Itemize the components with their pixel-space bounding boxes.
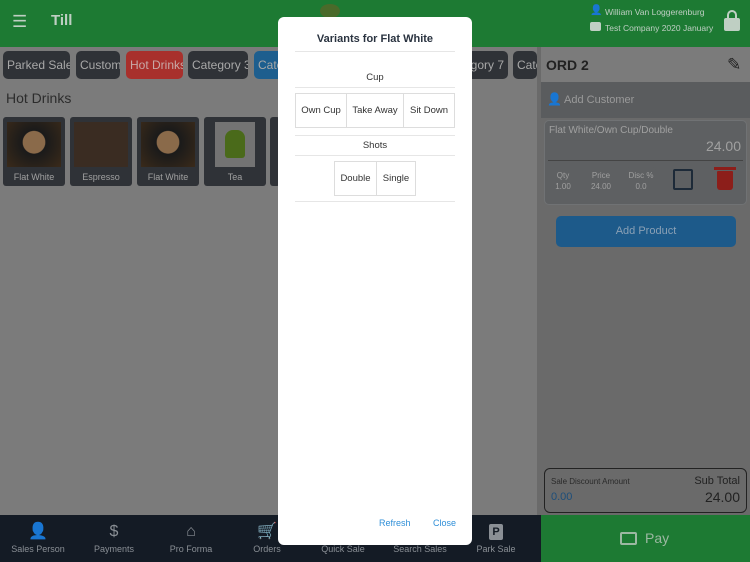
option-own-cup[interactable]: Own Cup <box>295 93 347 128</box>
divider <box>295 155 455 156</box>
line-total: 24.00 <box>705 138 741 154</box>
company-name: Test Company 2020 January <box>605 23 714 33</box>
divider <box>295 201 455 202</box>
page-title: Till <box>51 12 73 29</box>
product-label: Flat White <box>13 172 55 182</box>
note-icon[interactable] <box>673 169 693 190</box>
category-hot-drinks[interactable]: Hot Drinks <box>126 51 183 79</box>
card-icon <box>620 532 637 545</box>
cup-options: Own Cup Take Away Sit Down <box>295 93 455 128</box>
refresh-button[interactable]: Refresh <box>379 518 411 528</box>
person-icon: 👤 <box>547 92 562 106</box>
person-icon: 👤 <box>28 523 48 540</box>
product-tile[interactable]: Tea <box>204 117 266 186</box>
group-label-shots: Shots <box>362 140 388 151</box>
discount-label: Sale Discount Amount <box>551 477 630 486</box>
product-image <box>215 122 255 167</box>
product-tile[interactable]: Flat White <box>3 117 65 186</box>
store-icon <box>590 22 601 31</box>
qty-field[interactable]: Qty 1.00 <box>548 166 578 196</box>
basket-icon: ⌂ <box>186 523 196 540</box>
product-label: Flat White <box>147 172 189 182</box>
option-sit-down[interactable]: Sit Down <box>403 93 455 128</box>
subtotal-label: Sub Total <box>694 475 740 487</box>
option-take-away[interactable]: Take Away <box>346 93 404 128</box>
category-custom[interactable]: Custom <box>76 51 120 79</box>
pay-button[interactable]: Pay <box>541 515 750 562</box>
category-8[interactable]: Category 8 <box>513 51 537 79</box>
payments-icon: $ <box>109 523 119 540</box>
category-parked-sales[interactable]: Parked Sales <box>3 51 70 79</box>
variants-dialog: Variants for Flat White Cup Own Cup Take… <box>278 17 472 545</box>
disc-field[interactable]: Disc % 0.0 <box>626 166 656 196</box>
product-tile[interactable]: Flat White <box>137 117 199 186</box>
category-3[interactable]: Category 3 <box>188 51 248 79</box>
product-tile[interactable]: Espresso <box>70 117 132 186</box>
divider <box>295 51 455 52</box>
product-image <box>141 122 195 167</box>
section-title: Hot Drinks <box>6 90 72 106</box>
dialog-title: Variants for Flat White <box>316 33 434 45</box>
parking-icon: P <box>489 524 503 540</box>
shots-options: Double Single <box>334 161 416 196</box>
add-customer-label: Add Customer <box>564 94 635 106</box>
divider <box>548 160 743 161</box>
discount-value[interactable]: 0.00 <box>551 491 572 503</box>
add-customer-button[interactable]: 👤 Add Customer <box>541 82 750 118</box>
line-name: Flat White/Own Cup/Double <box>549 125 673 136</box>
pay-label: Pay <box>645 530 670 546</box>
divider <box>295 135 455 136</box>
option-single[interactable]: Single <box>376 161 416 196</box>
lock-shackle <box>727 10 737 20</box>
nav-sales-person[interactable]: 👤 Sales Person <box>3 523 73 555</box>
user-icon: 👤 <box>590 5 603 16</box>
logo <box>320 4 340 18</box>
product-label: Espresso <box>82 172 120 182</box>
nav-payments[interactable]: $ Payments <box>79 523 149 555</box>
close-button[interactable]: Close <box>433 518 456 528</box>
group-label-cup: Cup <box>366 72 384 83</box>
subtotal-value: 24.00 <box>704 489 740 505</box>
add-product-button[interactable]: Add Product <box>556 216 736 247</box>
order-panel: ORD 2 ✎ 👤 Add Customer Flat White/Own Cu… <box>537 47 750 515</box>
product-image <box>74 122 128 167</box>
edit-icon[interactable]: ✎ <box>727 55 741 75</box>
price-field[interactable]: Price 24.00 <box>586 166 616 196</box>
divider <box>295 87 455 88</box>
nav-pro-forma[interactable]: ⌂ Pro Forma <box>156 523 226 555</box>
product-image <box>7 122 61 167</box>
order-title: ORD 2 <box>546 57 589 73</box>
order-line[interactable]: Flat White/Own Cup/Double 24.00 Qty 1.00 … <box>544 120 747 205</box>
trash-icon[interactable] <box>717 171 733 190</box>
totals-box: Sale Discount Amount 0.00 Sub Total 24.0… <box>544 468 747 513</box>
trash-lid <box>714 167 736 170</box>
product-label: Tea <box>227 172 243 182</box>
option-double[interactable]: Double <box>334 161 377 196</box>
user-name: William Van Loggerenburg <box>605 7 705 17</box>
menu-icon[interactable]: ☰ <box>12 12 27 32</box>
order-header: ORD 2 ✎ <box>541 47 750 82</box>
